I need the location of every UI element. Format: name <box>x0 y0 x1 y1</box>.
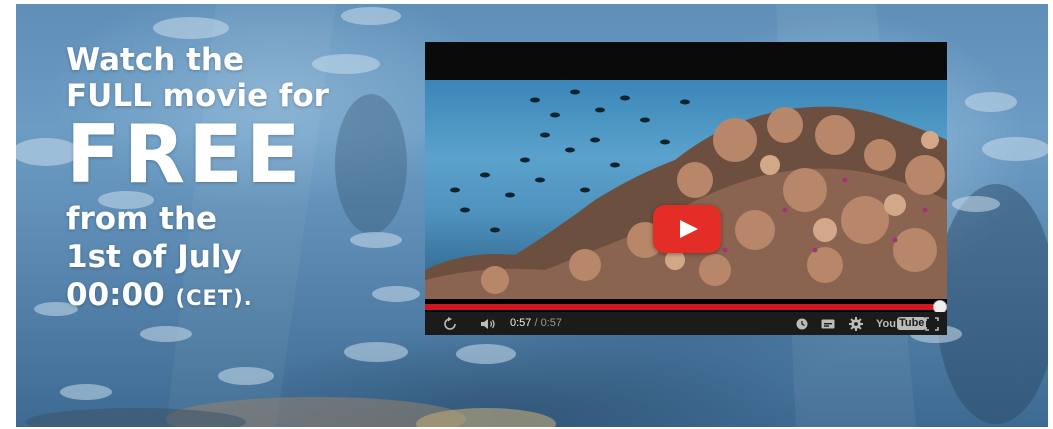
progress-bar[interactable] <box>425 300 947 314</box>
play-button[interactable] <box>653 205 721 253</box>
reef-scene <box>425 89 947 299</box>
settings-button[interactable] <box>846 312 866 335</box>
headline-line-4: from the <box>66 201 218 237</box>
replay-icon <box>444 316 456 330</box>
promo-banner: Watch the FULL movie for FREE from the 1… <box>16 4 1048 427</box>
replay-button[interactable] <box>439 312 461 335</box>
headline-time: 00:00 (CET). <box>66 276 329 317</box>
video-thumbnail[interactable] <box>425 80 947 299</box>
time-separator: / <box>531 317 541 329</box>
captions-button[interactable] <box>818 312 838 335</box>
gear-icon <box>849 316 863 331</box>
play-icon <box>680 220 698 238</box>
volume-icon <box>481 318 495 329</box>
time-display: 0:57 / 0:57 <box>510 312 562 335</box>
headline-free: FREE <box>66 108 304 201</box>
player-controls: 0:57 / 0:57 You Tube <box>425 312 947 335</box>
progress-fill <box>425 304 947 310</box>
volume-button[interactable] <box>477 312 501 335</box>
headline-date: 1st of July <box>66 239 242 275</box>
headline-timezone: (CET). <box>175 286 253 310</box>
youtube-logo-you: You <box>876 317 896 330</box>
duration: 0:57 <box>540 317 563 329</box>
clock-icon <box>796 318 808 329</box>
headline-time-value: 00:00 <box>66 277 165 313</box>
video-player[interactable]: 0:57 / 0:57 You Tube <box>425 42 947 335</box>
captions-icon <box>821 319 835 328</box>
youtube-logo[interactable]: You Tube <box>876 316 927 331</box>
fullscreen-icon <box>925 316 939 331</box>
promo-headline: Watch the FULL movie for FREE from the 1… <box>66 42 329 317</box>
watch-later-button[interactable] <box>793 312 811 335</box>
current-time: 0:57 <box>510 317 532 329</box>
fullscreen-button[interactable] <box>922 312 942 335</box>
headline-line-1: Watch the <box>66 42 244 78</box>
video-letterbox <box>425 42 947 80</box>
